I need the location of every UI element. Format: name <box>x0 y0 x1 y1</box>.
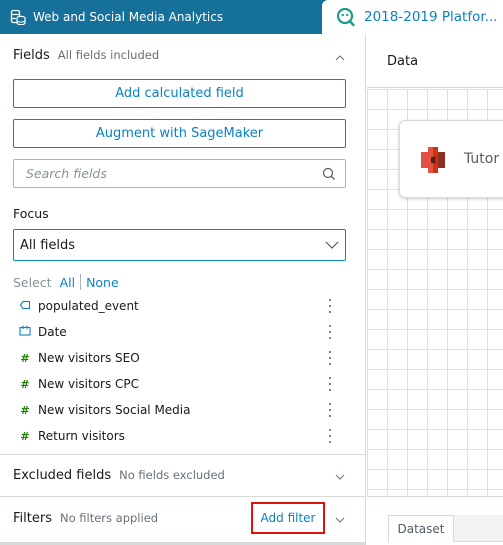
analysis-tab[interactable]: 2018-2019 Platfor... <box>322 0 503 34</box>
hash-icon: # <box>20 351 30 365</box>
data-prep-canvas: Data Tutor Dataset <box>367 34 503 545</box>
select-separator <box>80 274 82 290</box>
s3-bucket-icon <box>421 147 445 173</box>
excluded-fields-subtitle: No fields excluded <box>119 468 225 482</box>
search-icon[interactable] <box>322 167 336 181</box>
fields-section-header[interactable]: Fields All fields included <box>13 48 159 63</box>
field-item[interactable]: populated_event <box>0 293 366 319</box>
search-fields-input[interactable] <box>26 166 316 181</box>
field-list: populated_event Date # New visitors SEO … <box>0 293 366 449</box>
data-source-node[interactable]: Tutor <box>399 120 503 198</box>
more-options-icon[interactable] <box>326 350 334 366</box>
field-item[interactable]: Date <box>0 319 366 345</box>
analysis-tab-label: 2018-2019 Platfor... <box>364 9 498 25</box>
hash-icon: # <box>20 429 30 443</box>
focus-select-value: All fields <box>20 237 76 253</box>
field-name: New visitors Social Media <box>38 403 191 417</box>
chevron-up-icon[interactable] <box>335 53 345 63</box>
augment-with-sagemaker-button[interactable]: Augment with SageMaker <box>13 119 346 148</box>
more-options-icon[interactable] <box>326 376 334 392</box>
top-bar: Web and Social Media Analytics 2018-2019… <box>0 0 503 34</box>
filters-subtitle: No filters applied <box>59 511 159 525</box>
divider <box>0 496 366 497</box>
add-filter-button[interactable]: Add filter <box>251 502 325 534</box>
excluded-fields-title: Excluded fields <box>13 468 112 483</box>
focus-label: Focus <box>13 206 49 221</box>
data-header: Data <box>367 34 503 88</box>
field-item[interactable]: # New visitors SEO <box>0 345 366 371</box>
field-name: Return visitors <box>38 429 125 443</box>
fields-panel: Fields All fields included Add calculate… <box>0 34 366 545</box>
chevron-down-icon[interactable] <box>335 515 345 525</box>
more-options-icon[interactable] <box>326 428 334 444</box>
string-field-icon <box>19 300 31 313</box>
field-item[interactable]: # Return visitors <box>0 423 366 449</box>
select-row: Select All None <box>13 274 119 290</box>
more-options-icon[interactable] <box>326 298 334 314</box>
search-fields-box <box>13 159 346 188</box>
more-options-icon[interactable] <box>326 324 334 340</box>
dataset-tab[interactable]: Dataset <box>388 515 454 542</box>
bottom-tab-bar: Dataset <box>367 496 503 545</box>
more-options-icon[interactable] <box>326 402 334 418</box>
dataset-breadcrumb[interactable]: Web and Social Media Analytics <box>10 0 223 34</box>
select-label: Select <box>13 274 52 290</box>
field-name: populated_event <box>38 299 139 313</box>
fields-subtitle: All fields included <box>57 48 160 62</box>
chevron-down-icon <box>325 241 339 249</box>
hash-icon: # <box>20 377 30 391</box>
canvas-grid: Tutor <box>367 89 503 529</box>
chevron-down-icon[interactable] <box>335 472 345 482</box>
database-icon <box>10 9 26 25</box>
fields-title: Fields <box>13 48 50 63</box>
field-name: Date <box>38 325 67 339</box>
add-calculated-field-button[interactable]: Add calculated field <box>13 79 346 108</box>
excluded-fields-header[interactable]: Excluded fields No fields excluded <box>13 468 225 483</box>
field-item[interactable]: # New visitors CPC <box>0 371 366 397</box>
select-all-link[interactable]: All <box>60 275 76 290</box>
field-name: New visitors SEO <box>38 351 140 365</box>
data-source-label: Tutor <box>464 151 500 167</box>
analysis-icon <box>336 7 355 27</box>
field-item[interactable]: # New visitors Social Media <box>0 397 366 423</box>
select-none-link[interactable]: None <box>86 275 119 290</box>
divider <box>0 454 366 455</box>
tab-bar-filler <box>454 515 503 542</box>
data-title: Data <box>387 54 419 69</box>
filters-title: Filters <box>13 511 52 526</box>
field-name: New visitors CPC <box>38 377 140 391</box>
calendar-icon <box>19 325 31 339</box>
dataset-name: Web and Social Media Analytics <box>33 10 224 24</box>
filters-header[interactable]: Filters No filters applied <box>13 511 158 526</box>
focus-select[interactable]: All fields <box>13 229 346 261</box>
hash-icon: # <box>20 403 30 417</box>
